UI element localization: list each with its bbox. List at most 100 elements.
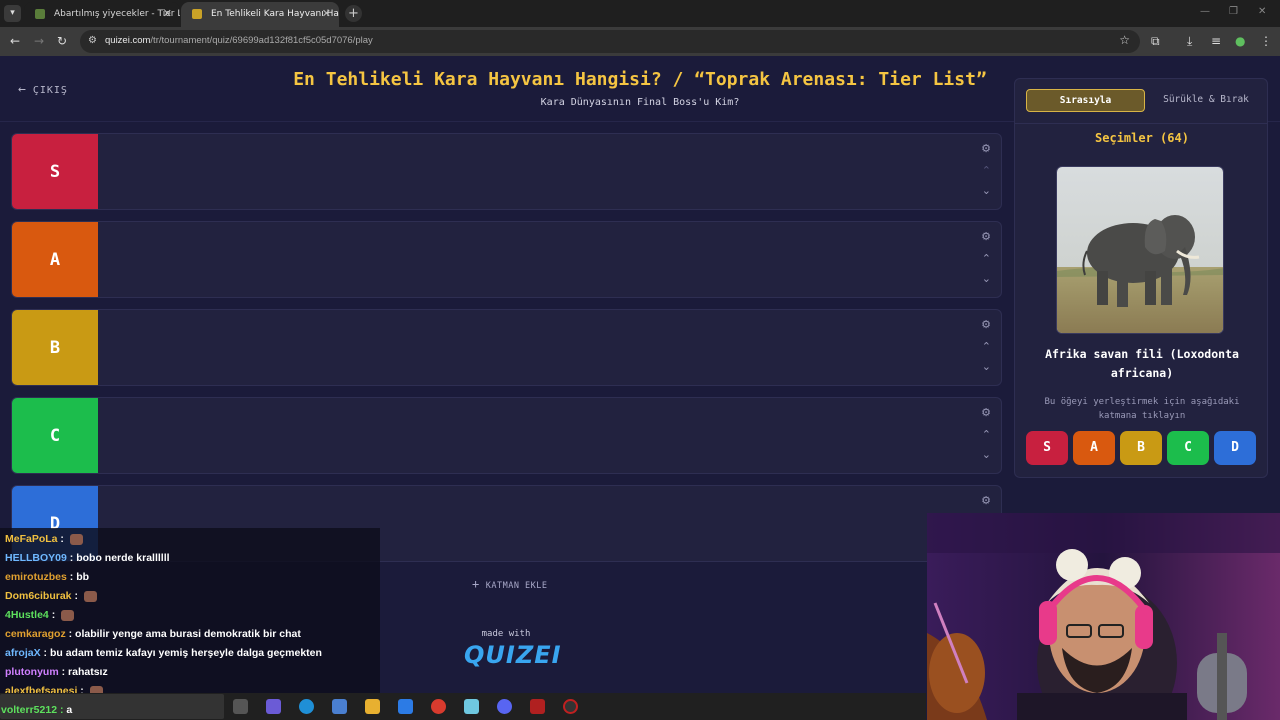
chat-message: 4Hustle4 : [5, 609, 75, 621]
chat-user: volterr5212 [1, 704, 58, 716]
plus-icon: + [472, 577, 480, 591]
tier-button-s[interactable]: S [1026, 431, 1068, 465]
chat-text: bb [76, 571, 90, 583]
url-text: quizei.com/tr/tournament/quiz/69699ad132… [105, 35, 373, 46]
chat-user: afrojaX [5, 647, 41, 659]
chat-user: emirotuzbes [5, 571, 67, 583]
chevron-down-icon[interactable]: ⌄ [982, 448, 991, 461]
chat-text: olabilir yenge ama burasi demokratik bir… [75, 628, 301, 640]
new-tab-icon[interactable]: + [345, 5, 362, 22]
emote-icon [69, 533, 83, 545]
tier-label: B [12, 310, 98, 385]
browser-tab-1[interactable]: Abartılmış yiyecekler - Tier List | ✕ [24, 2, 180, 27]
tab-drag-drop[interactable]: Sürükle & Bırak [1151, 89, 1261, 112]
tier-row-c[interactable]: C ⚙ ⌃ ⌄ [11, 397, 1002, 474]
tier-row-b[interactable]: B ⚙ ⌃ ⌄ [11, 309, 1002, 386]
selections-heading: Seçimler (64) [1095, 131, 1189, 145]
tab-search-chevron-icon[interactable]: ▾ [4, 5, 21, 22]
chat-text: rahatsız [68, 666, 108, 678]
chat-message: cemkaragoz : olabilir yenge ama burasi d… [5, 628, 301, 640]
tier-button-d[interactable]: D [1214, 431, 1256, 465]
chat-message: Dom6ciburak : [5, 590, 97, 602]
chevron-down-icon[interactable]: ⌄ [982, 272, 991, 285]
tier-label: C [12, 398, 98, 473]
tier-button-c[interactable]: C [1167, 431, 1209, 465]
app-icon[interactable] [530, 699, 545, 714]
tier-label: S [12, 134, 98, 209]
stream-chat-overlay: MeFaPoLa : HELLBOY09 : bobo nerde kralll… [0, 528, 380, 698]
folder-icon[interactable] [365, 699, 380, 714]
chat-message: MeFaPoLa : [5, 533, 83, 545]
mode-tabs: Sırasıyla Sürükle & Bırak [1015, 79, 1267, 124]
reading-list-icon[interactable]: ≡ [1211, 34, 1221, 48]
emote-icon [61, 609, 75, 621]
chevron-down-icon[interactable]: ⌄ [982, 184, 991, 197]
emote-icon [83, 590, 97, 602]
browser-tabstrip: ▾ Abartılmış yiyecekler - Tier List | ✕ … [0, 0, 1280, 27]
tier-row-s[interactable]: S ⚙ ⌃ ⌄ [11, 133, 1002, 210]
browser-toolbar: ← → ↻ ⚙ quizei.com/tr/tournament/quiz/69… [0, 27, 1280, 56]
task-view-icon[interactable] [233, 699, 248, 714]
chat-text: bobo nerde krallllll [76, 552, 170, 564]
chat-user: plutonyum [5, 666, 59, 678]
copilot-icon[interactable] [266, 699, 281, 714]
tab-ordered[interactable]: Sırasıyla [1026, 89, 1145, 112]
app-icon[interactable] [464, 699, 479, 714]
gear-icon[interactable]: ⚙ [981, 142, 991, 155]
chat-text: bu adam temiz kafayı yemiş herşeyle dalg… [49, 647, 322, 659]
gear-icon[interactable]: ⚙ [981, 406, 991, 419]
chevron-up-icon[interactable]: ⌃ [982, 428, 991, 441]
forward-arrow-icon[interactable]: → [34, 34, 44, 48]
streamer-webcam-image [927, 513, 1280, 720]
tier-button-a[interactable]: A [1073, 431, 1115, 465]
close-tab-icon[interactable]: ✕ [163, 2, 172, 26]
placement-hint: Bu öğeyi yerleştirmek için aşağıdaki kat… [1044, 397, 1240, 421]
download-icon[interactable]: ⤓ [1187, 34, 1192, 49]
close-tab-icon[interactable]: ✕ [322, 2, 331, 26]
selection-panel: Sırasıyla Sürükle & Bırak Seçimler (64) [1014, 78, 1268, 478]
webcam-overlay [927, 513, 1280, 720]
gear-icon[interactable]: ⚙ [981, 318, 991, 331]
add-layer-button[interactable]: + KATMAN EKLE [472, 577, 548, 591]
tab-favicon-icon [35, 9, 45, 19]
gear-icon[interactable]: ⚙ [981, 230, 991, 243]
address-bar[interactable]: ⚙ quizei.com/tr/tournament/quiz/69699ad1… [80, 30, 1140, 53]
chat-user: HELLBOY09 [5, 552, 67, 564]
url-path: /tr/tournament/quiz/69699ad132f81cf5c05d… [150, 35, 373, 46]
chat-user: MeFaPoLa [5, 533, 58, 545]
chevron-up-icon[interactable]: ⌃ [982, 252, 991, 265]
discord-icon[interactable] [497, 699, 512, 714]
chevron-down-icon[interactable]: ⌄ [982, 360, 991, 373]
store-icon[interactable] [332, 699, 347, 714]
chat-message: volterr5212 : a [1, 704, 73, 716]
chevron-up-icon[interactable]: ⌃ [982, 340, 991, 353]
maximize-icon[interactable]: ❐ [1229, 6, 1238, 17]
tier-row-a[interactable]: A ⚙ ⌃ ⌄ [11, 221, 1002, 298]
chevron-up-icon[interactable]: ⌃ [982, 164, 991, 177]
bookmark-star-icon[interactable]: ☆ [1119, 33, 1130, 47]
chat-user: 4Hustle4 [5, 609, 49, 621]
browser-tab-2[interactable]: En Tehlikeli Kara Hayvanı Hangi ✕ [181, 2, 339, 27]
tier-label: A [12, 222, 98, 297]
back-arrow-icon[interactable]: ← [10, 34, 20, 48]
profile-icon[interactable]: ● [1235, 34, 1245, 48]
minimize-icon[interactable]: — [1200, 6, 1210, 17]
gear-icon[interactable]: ⚙ [981, 494, 991, 507]
screen: ▾ Abartılmış yiyecekler - Tier List | ✕ … [0, 0, 1280, 720]
extensions-icon[interactable]: ⧉ [1151, 34, 1160, 49]
edge-icon[interactable] [299, 699, 314, 714]
chrome-icon[interactable] [431, 699, 446, 714]
obs-icon[interactable] [563, 699, 578, 714]
tier-button-b[interactable]: B [1120, 431, 1162, 465]
chat-user: cemkaragoz [5, 628, 66, 640]
window-close-icon[interactable]: ✕ [1258, 6, 1266, 17]
item-image [1056, 166, 1224, 334]
site-info-icon[interactable]: ⚙ [88, 35, 97, 46]
menu-kebab-icon[interactable]: ⋮ [1260, 34, 1272, 48]
quizei-logo[interactable]: QUIZEI [464, 641, 561, 669]
reload-icon[interactable]: ↻ [57, 34, 67, 48]
mail-icon[interactable] [398, 699, 413, 714]
add-layer-label: KATMAN EKLE [485, 581, 548, 591]
browser-tab-1-title: Abartılmış yiyecekler - Tier List | [54, 9, 180, 19]
chat-message: afrojaX : bu adam temiz kafayı yemiş her… [5, 647, 322, 659]
